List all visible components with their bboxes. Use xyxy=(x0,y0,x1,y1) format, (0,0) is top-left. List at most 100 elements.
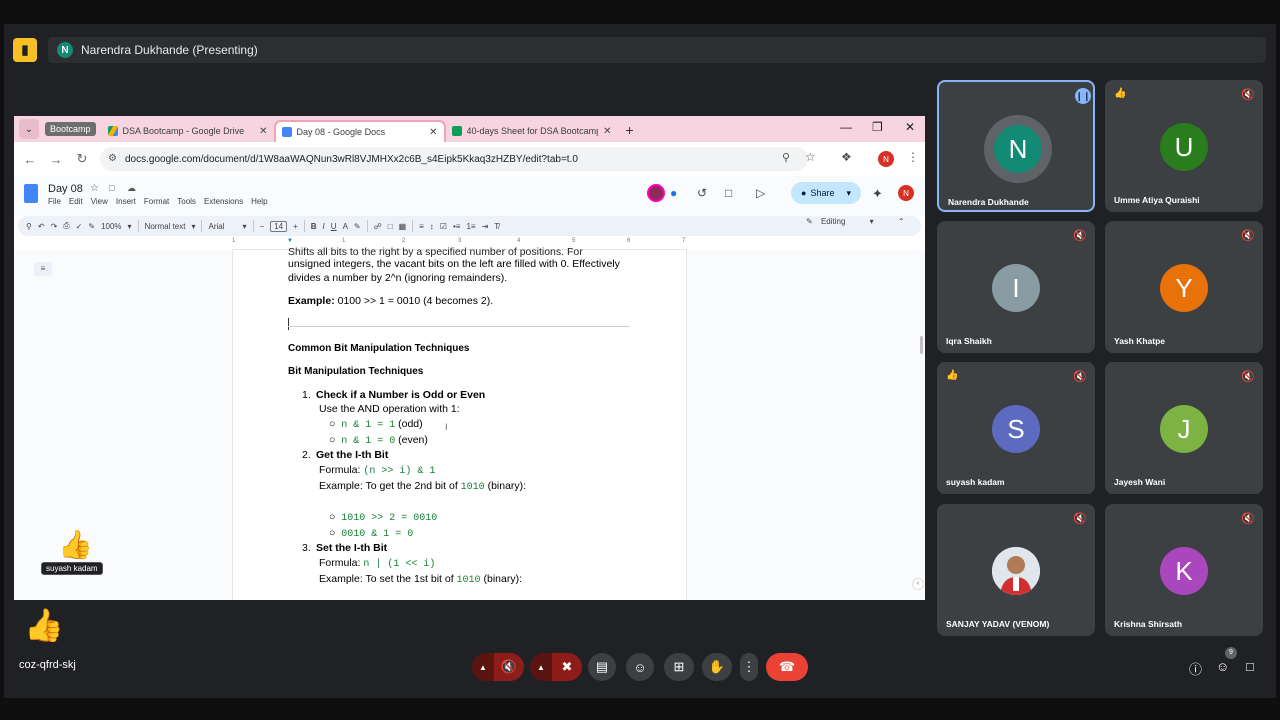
editing-mode-select[interactable]: ✎ Editing ▾ ⌃ xyxy=(806,217,905,226)
minimize-icon[interactable]: — xyxy=(840,120,852,134)
document-title[interactable]: Day 08 xyxy=(48,183,83,195)
activity-icon[interactable]: ● xyxy=(670,186,677,200)
share-button[interactable]: ● Share ▾ xyxy=(791,182,861,204)
search-menus-icon[interactable]: ⚲ xyxy=(26,222,32,231)
profile-photo xyxy=(992,547,1040,595)
indent-icon[interactable]: ⇥ xyxy=(482,222,489,231)
underline-icon[interactable]: U xyxy=(331,222,337,231)
chat-icon[interactable]: □ xyxy=(1246,659,1254,674)
undo-icon[interactable]: ↶ xyxy=(38,222,45,231)
site-info-icon[interactable]: ⚙ xyxy=(108,153,117,164)
bullet-list-icon[interactable]: •≡ xyxy=(453,222,460,231)
tab-search-icon[interactable]: ⌄ xyxy=(19,119,39,139)
profile-avatar[interactable]: N xyxy=(878,151,894,167)
participant-tile[interactable]: I 🔇 Iqra Shaikh xyxy=(937,221,1095,353)
menu-insert[interactable]: Insert xyxy=(116,197,136,206)
forward-icon[interactable]: → xyxy=(43,152,69,167)
browser-tab-active[interactable]: Day 08 - Google Docs ✕ xyxy=(273,120,446,142)
participant-tile[interactable]: J 🔇 Jayesh Wani xyxy=(1105,362,1263,494)
bookmark-star-icon[interactable]: ☆ xyxy=(805,150,816,164)
pin-presentation-icon[interactable]: ▮ xyxy=(13,38,37,62)
back-icon[interactable]: ← xyxy=(17,152,43,167)
comments-icon[interactable]: □ xyxy=(725,186,732,200)
video-settings-chevron-icon[interactable]: ▲ xyxy=(530,653,552,681)
new-tab-icon[interactable]: + xyxy=(626,122,634,138)
move-folder-icon[interactable]: □ xyxy=(109,183,114,193)
camera-toggle-button[interactable]: ✖ xyxy=(552,653,582,681)
italic-icon[interactable]: I xyxy=(323,222,325,231)
style-select[interactable]: Normal text xyxy=(145,222,186,231)
zoom-select[interactable]: 100% xyxy=(101,222,121,231)
menu-help[interactable]: Help xyxy=(251,197,267,206)
link-icon[interactable]: ☍ xyxy=(374,222,382,231)
print-icon[interactable]: ⎙ xyxy=(63,221,69,231)
side-panel-toggle-icon[interactable]: ‹ xyxy=(912,578,924,590)
docs-account-avatar[interactable]: N xyxy=(898,185,914,201)
menu-view[interactable]: View xyxy=(91,197,108,206)
font-select[interactable]: Arial xyxy=(208,222,224,231)
version-history-icon[interactable]: ↺ xyxy=(697,186,707,200)
window-close-icon[interactable]: ✕ xyxy=(905,120,915,134)
menu-tools[interactable]: Tools xyxy=(177,197,196,206)
document-outline-icon[interactable]: ≡ xyxy=(34,262,52,276)
url-input[interactable]: ⚙ docs.google.com/document/d/1W8aaWAQNun… xyxy=(100,147,808,171)
leave-call-button[interactable]: ☎ xyxy=(766,653,808,681)
restore-icon[interactable]: ❐ xyxy=(872,120,883,134)
font-size-input[interactable]: 14 xyxy=(270,220,288,232)
text-color-icon[interactable]: A xyxy=(343,222,348,231)
docs-logo-icon[interactable] xyxy=(24,184,38,203)
numbered-list-icon[interactable]: 1≡ xyxy=(466,222,475,231)
align-icon[interactable]: ≡ xyxy=(419,222,424,231)
browser-tab[interactable]: DSA Bootcamp - Google Drive ✕ xyxy=(102,120,274,142)
bold-icon[interactable]: B xyxy=(311,222,317,231)
raise-hand-button[interactable]: ✋ xyxy=(702,653,732,681)
collaborator-avatar[interactable] xyxy=(647,184,665,202)
participant-tile[interactable]: K 🔇 Krishna Shirsath xyxy=(1105,504,1263,636)
menu-edit[interactable]: Edit xyxy=(69,197,83,206)
collapse-toolbar-icon[interactable]: ⌃ xyxy=(898,217,905,226)
audio-settings-chevron-icon[interactable]: ▲ xyxy=(472,653,494,681)
indent-marker-icon[interactable]: ▼ xyxy=(287,238,293,244)
meeting-info-icon[interactable]: ⓘ xyxy=(1189,659,1202,678)
comment-icon[interactable]: □ xyxy=(388,222,393,231)
menu-file[interactable]: File xyxy=(48,197,61,206)
gemini-icon[interactable]: ✦ xyxy=(872,186,883,202)
checklist-icon[interactable]: ☑ xyxy=(440,222,447,231)
tab-group-chip[interactable]: Bootcamp xyxy=(45,122,96,136)
close-tab-icon[interactable]: ✕ xyxy=(259,126,267,137)
participant-tile[interactable]: N ❙❙ Narendra Dukhande xyxy=(937,80,1095,212)
decrease-font-icon[interactable]: − xyxy=(260,222,265,231)
extensions-icon[interactable]: ❖ xyxy=(841,150,852,164)
menu-format[interactable]: Format xyxy=(144,197,169,206)
reactions-button[interactable]: ☺ xyxy=(626,653,654,681)
close-tab-icon[interactable]: ✕ xyxy=(603,126,611,137)
close-tab-icon[interactable]: ✕ xyxy=(429,127,437,138)
participant-tile[interactable]: S 👍 🔇 suyash kadam xyxy=(937,362,1095,494)
mic-toggle-button[interactable]: 🔇 xyxy=(494,653,524,681)
document-page[interactable]: Shifts all bits to the right by a specif… xyxy=(232,246,687,600)
star-icon[interactable]: ☆ xyxy=(90,183,99,194)
spellcheck-icon[interactable]: ✓ xyxy=(76,222,83,231)
present-button[interactable]: ⊞ xyxy=(664,653,694,681)
participant-tile[interactable]: 🔇 SANJAY YADAV (VENOM) xyxy=(937,504,1095,636)
highlight-icon[interactable]: ✎ xyxy=(354,222,361,231)
redo-icon[interactable]: ↷ xyxy=(51,222,58,231)
scrollbar-thumb[interactable] xyxy=(920,336,923,354)
zoom-icon[interactable]: ⚲ xyxy=(782,151,790,164)
line-spacing-icon[interactable]: ↕ xyxy=(430,222,434,231)
paint-format-icon[interactable]: ✎ xyxy=(88,222,95,231)
meet-icon[interactable]: ▷ xyxy=(756,186,765,200)
browser-menu-icon[interactable]: ⋮ xyxy=(907,150,919,164)
increase-font-icon[interactable]: + xyxy=(293,222,298,231)
captions-button[interactable]: ▤ xyxy=(588,653,616,681)
chevron-down-icon[interactable]: ▾ xyxy=(846,188,851,199)
clear-format-icon[interactable]: T̸ xyxy=(494,222,499,231)
people-icon[interactable]: ☺ xyxy=(1216,659,1229,674)
more-options-button[interactable]: ⋮ xyxy=(740,653,758,681)
participant-tile[interactable]: U 👍 🔇 Umme Atiya Quraishi xyxy=(1105,80,1263,212)
browser-tab[interactable]: 40-days Sheet for DSA Bootcamp ✕ xyxy=(446,120,618,142)
participant-tile[interactable]: Y 🔇 Yash Khatpe xyxy=(1105,221,1263,353)
image-icon[interactable]: ▦ xyxy=(399,222,407,231)
menu-extensions[interactable]: Extensions xyxy=(204,197,243,206)
reload-icon[interactable]: ↻ xyxy=(69,151,95,167)
